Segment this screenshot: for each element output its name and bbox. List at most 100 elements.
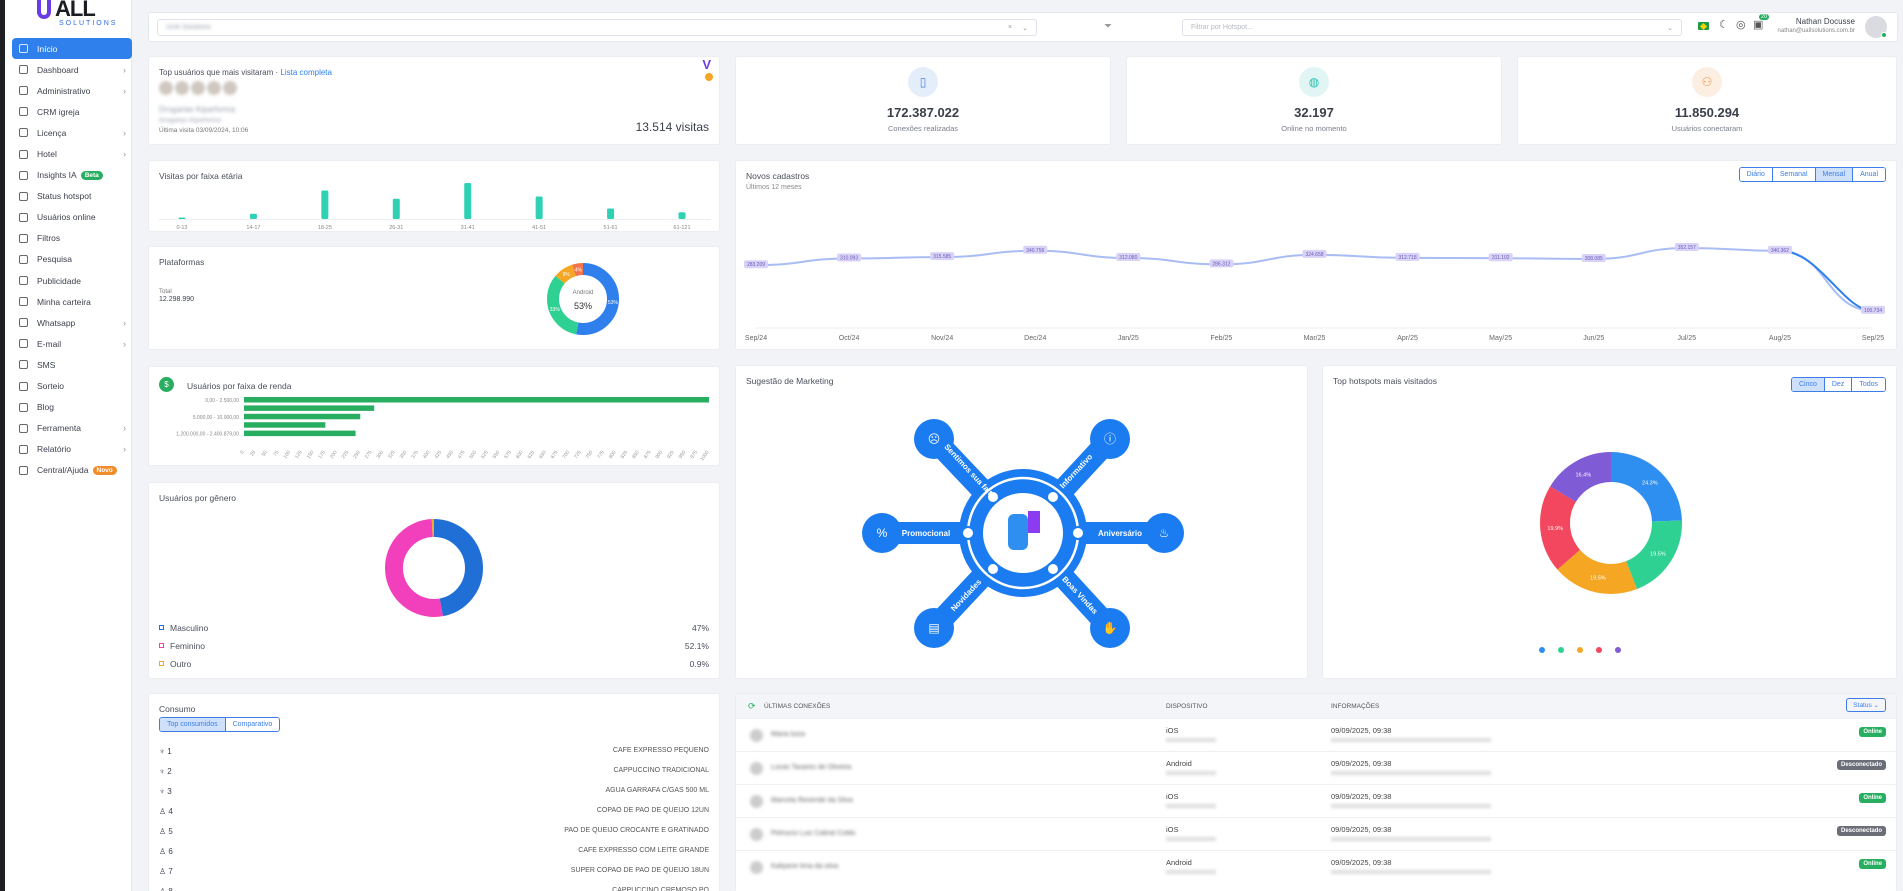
sidebar-item[interactable]: E-mail › xyxy=(12,333,132,354)
rank-number: 4 xyxy=(168,807,173,816)
rank-number: 8 xyxy=(168,887,172,891)
sidebar-item[interactable]: Status hotspot xyxy=(12,186,132,207)
consumption-tab[interactable]: Comparativo xyxy=(225,718,280,731)
connections-title: ÚLTIMAS CONEXÕES xyxy=(764,703,831,710)
user-email: nathan@uallsolutions.com.br xyxy=(1777,28,1855,34)
sidebar-item[interactable]: Pesquisa xyxy=(12,249,132,270)
marketing-label-promo[interactable]: Promocional xyxy=(902,529,950,538)
legend-dot[interactable] xyxy=(1539,647,1545,653)
top-user-name: Drogarias Kiparforma xyxy=(159,105,236,114)
table-row[interactable]: Pelnucio Luiz Cabral Coldo iOS 09/09/2025,… xyxy=(736,817,1896,850)
marketing-label-birthday[interactable]: Aniversário xyxy=(1098,529,1142,538)
donut-center-label: Android xyxy=(573,290,594,296)
income-tick-label: 400 xyxy=(422,450,432,460)
consumption-title: Consumo xyxy=(159,704,196,714)
visit-count: 13.514 visitas xyxy=(635,120,709,134)
mail-icon xyxy=(19,339,28,349)
income-bar[interactable] xyxy=(244,422,326,428)
avatar[interactable] xyxy=(1865,16,1887,38)
income-bar[interactable] xyxy=(244,397,709,403)
help-icon xyxy=(19,465,28,475)
sidebar-item-label: CRM igreja xyxy=(37,106,80,117)
age-bar[interactable] xyxy=(464,183,472,219)
sidebar-item[interactable]: Administrativo › xyxy=(12,80,132,101)
legend-value: 0.9% xyxy=(689,659,709,669)
income-tick-label: 500 xyxy=(468,450,478,460)
income-bar[interactable] xyxy=(244,405,375,411)
table-row[interactable]: Maria luiza iOS 09/09/2025, 09:38 Online xyxy=(736,718,1896,751)
age-bar[interactable] xyxy=(678,212,686,219)
sidebar-item[interactable]: Whatsapp › xyxy=(12,312,132,333)
brazil-flag-icon[interactable] xyxy=(1698,22,1709,30)
chevron-down-icon[interactable]: ⌄ xyxy=(1022,24,1028,32)
age-bar[interactable] xyxy=(178,217,186,220)
income-tick-label: 725 xyxy=(573,450,583,460)
sidebar-item[interactable]: Dashboard › xyxy=(12,59,132,80)
sidebar-item[interactable]: Filtros xyxy=(12,228,132,249)
legend-label[interactable]: Feminino xyxy=(170,641,205,651)
age-bar[interactable] xyxy=(249,213,257,219)
income-bar[interactable] xyxy=(244,430,356,437)
company-select[interactable]: Unifi Solutions × ⌄ xyxy=(157,19,1037,36)
legend-dot[interactable] xyxy=(1558,647,1564,653)
legend-dot[interactable] xyxy=(1596,647,1602,653)
refresh-icon[interactable]: ⟳ xyxy=(748,701,756,712)
donut-center-value: 53% xyxy=(574,301,592,311)
sidebar-item[interactable]: Publicidade xyxy=(12,270,132,291)
consumption-tab[interactable]: Top consumidos xyxy=(160,718,226,731)
age-bar[interactable] xyxy=(607,208,615,220)
consumption-tabs: Top consumidos Comparativo xyxy=(159,717,281,732)
x-tick-label: Mar/25 xyxy=(1304,335,1326,342)
logo[interactable]: ALL SOLUTIONS xyxy=(33,0,115,30)
table-row[interactable]: Marcela Resende da Silva iOS 09/09/2025, 0… xyxy=(736,784,1896,817)
sidebar-item[interactable]: Início xyxy=(12,38,132,60)
user-name: Kallyane lima da silva xyxy=(771,863,839,870)
sidebar-item[interactable]: Usuários online xyxy=(12,207,132,228)
sidebar-item[interactable]: Hotel › xyxy=(12,143,132,164)
medal-icon: ♙ xyxy=(159,847,169,856)
age-bar[interactable] xyxy=(535,196,543,220)
user-plus-icon: ⚇ xyxy=(1692,67,1722,97)
whatsapp-icon xyxy=(19,318,28,328)
income-category-label: 0,00 - 2.500,00 xyxy=(205,398,239,404)
age-tick-label: 26-31 xyxy=(389,225,403,231)
user-name: Lucas Tavares de Oliveira xyxy=(771,764,852,771)
clear-icon[interactable]: × xyxy=(1008,24,1012,31)
sidebar-item[interactable]: Ferramenta › xyxy=(12,418,132,439)
sidebar-item[interactable]: SMS xyxy=(12,354,132,375)
sidebar-item[interactable]: Licença › xyxy=(12,122,132,143)
age-tick-label: 41-51 xyxy=(532,225,546,231)
table-row[interactable]: Kallyane lima da silva Android 09/09/2025,… xyxy=(736,850,1896,883)
income-card: $ Usuários por faixa de renda 0,00 - 2.5… xyxy=(148,366,720,466)
income-tick-label: 950 xyxy=(678,450,688,460)
income-bar[interactable] xyxy=(244,413,361,420)
hotspot-select[interactable]: Filtrar por Hotspot... ⌄ xyxy=(1182,19,1682,36)
legend-label[interactable]: Masculino xyxy=(170,623,208,633)
signups-line-chart: 283.209 Sep/24 310.093 Oct/24 315.585 Nov/24 3… xyxy=(744,242,1885,342)
hotspot-filter-button[interactable]: Todos xyxy=(1852,378,1885,391)
full-list-link[interactable]: Lista completa xyxy=(280,68,332,77)
hotspot-filter-button[interactable]: Cinco xyxy=(1791,378,1825,391)
sidebar-item[interactable]: Blog xyxy=(12,397,132,418)
legend-label[interactable]: Outro xyxy=(170,659,191,669)
sidebar-item[interactable]: Minha carteira xyxy=(12,291,132,312)
legend-dot[interactable] xyxy=(1577,647,1583,653)
sidebar-item[interactable]: CRM igreja xyxy=(12,101,132,122)
sidebar-item[interactable]: Central/Ajuda Novo xyxy=(12,460,132,481)
sidebar-item[interactable]: Sorteio xyxy=(12,376,132,397)
table-row[interactable]: Lucas Tavares de Oliveira Android 09/09/20… xyxy=(736,751,1896,784)
church-icon xyxy=(19,107,28,117)
sidebar-item[interactable]: Insights IA Beta xyxy=(12,165,132,186)
age-bar[interactable] xyxy=(392,198,400,219)
status-filter-button[interactable]: Status ⌄ xyxy=(1846,698,1886,712)
age-bar[interactable] xyxy=(321,190,329,220)
legend-dot[interactable] xyxy=(1615,647,1621,653)
hotspot-filter-button[interactable]: Dez xyxy=(1824,378,1853,391)
filter-icon[interactable]: ⏷ xyxy=(1104,21,1112,32)
user-info[interactable]: Nathan Docusse nathan@uallsolutions.com.… xyxy=(1778,17,1855,34)
moon-icon[interactable]: ☾ xyxy=(1719,18,1729,31)
eye-slash-icon[interactable]: ◎ xyxy=(1736,18,1746,31)
x-tick-label: Dec/24 xyxy=(1024,335,1046,342)
chevron-down-icon[interactable]: ⌄ xyxy=(1667,24,1673,32)
sidebar-item[interactable]: Relatório › xyxy=(12,439,132,460)
